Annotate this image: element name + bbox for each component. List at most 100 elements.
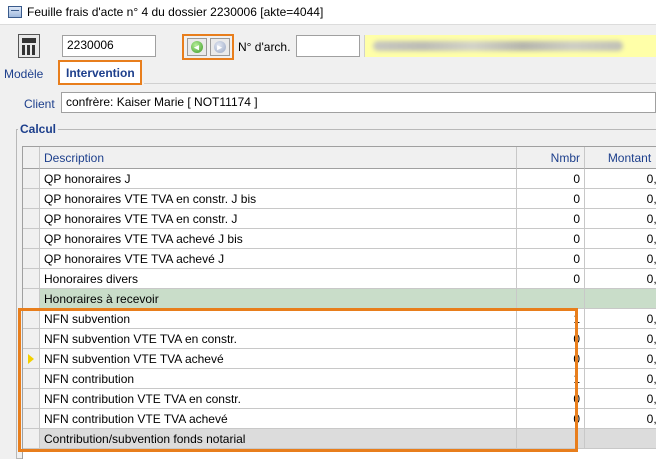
cell-nmbr[interactable]: 0 <box>517 249 585 269</box>
cell-montant[interactable]: 0,00 <box>585 389 656 409</box>
row-indicator[interactable] <box>23 249 40 269</box>
table-row[interactable]: NFN contribution10,00 <box>23 369 656 389</box>
row-indicator[interactable] <box>23 189 40 209</box>
cell-montant[interactable]: 0,00 <box>585 229 656 249</box>
row-indicator[interactable] <box>23 209 40 229</box>
cell-nmbr[interactable]: 0 <box>517 269 585 289</box>
table-row[interactable]: NFN subvention10,00 <box>23 309 656 329</box>
cell-description[interactable]: Honoraires divers <box>40 269 517 289</box>
column-header-description[interactable]: Description <box>40 147 517 169</box>
table-row[interactable]: NFN subvention VTE TVA achevé00,00 <box>23 349 656 369</box>
cell-description[interactable]: Honoraires à recevoir <box>40 289 517 309</box>
cell-montant[interactable]: 0,00 <box>585 169 656 189</box>
cell-nmbr[interactable] <box>517 289 585 309</box>
cell-montant[interactable]: 0,00 <box>585 309 656 329</box>
calculator-icon[interactable] <box>18 34 40 58</box>
column-header-nmbr[interactable]: Nmbr <box>517 147 585 169</box>
cell-nmbr[interactable]: 0 <box>517 189 585 209</box>
current-row-indicator-icon <box>28 354 34 364</box>
cell-montant[interactable]: 0,00 <box>585 209 656 229</box>
table-row[interactable]: QP honoraires VTE TVA achevé J00,00 <box>23 249 656 269</box>
cell-montant[interactable]: 0,00 <box>585 329 656 349</box>
modele-value-tab[interactable]: Intervention <box>58 60 142 85</box>
cell-description[interactable]: NFN contribution VTE TVA achevé <box>40 409 517 429</box>
dossier-info-field <box>364 35 656 57</box>
modele-row: Modèle Intervention <box>0 60 656 86</box>
table-row[interactable]: NFN contribution VTE TVA en constr.00,00 <box>23 389 656 409</box>
dossier-toolbar: 2230006 ◂ ▸ N° d'arch. <box>0 34 656 60</box>
column-header-montant[interactable]: Montant <box>585 147 656 169</box>
cell-description[interactable]: Contribution/subvention fonds notarial <box>40 429 517 449</box>
client-label: Client <box>24 97 55 111</box>
next-button[interactable]: ▸ <box>209 38 230 56</box>
arrow-left-circle-icon: ◂ <box>190 41 203 53</box>
table-row[interactable]: NFN contribution VTE TVA achevé00,00 <box>23 409 656 429</box>
row-indicator[interactable] <box>23 349 40 369</box>
cell-nmbr[interactable]: 0 <box>517 389 585 409</box>
group-row[interactable]: Contribution/subvention fonds notarial <box>23 429 656 449</box>
calcul-legend: Calcul <box>18 122 59 136</box>
arrow-right-circle-icon: ▸ <box>213 41 226 53</box>
group-row[interactable]: Honoraires à recevoir <box>23 289 656 309</box>
table-row[interactable]: QP honoraires VTE TVA en constr. J bis 0 0… <box>23 189 656 209</box>
cell-description[interactable]: QP honoraires VTE TVA achevé J <box>40 249 517 269</box>
header-indicator <box>23 147 40 169</box>
row-indicator[interactable] <box>23 389 40 409</box>
cell-montant[interactable]: 0,00 <box>585 189 656 209</box>
row-indicator[interactable] <box>23 369 40 389</box>
cell-nmbr[interactable]: 0 <box>517 329 585 349</box>
title-bar: Feuille frais d'acte n° 4 du dossier 223… <box>0 0 656 25</box>
navigation-buttons: ◂ ▸ <box>182 34 234 60</box>
cell-description[interactable]: NFN contribution <box>40 369 517 389</box>
cell-montant[interactable]: 0,00 <box>585 249 656 269</box>
row-indicator[interactable] <box>23 309 40 329</box>
cell-montant[interactable] <box>585 429 656 449</box>
table-row[interactable]: QP honoraires VTE TVA achevé J bis00,00 <box>23 229 656 249</box>
row-indicator[interactable] <box>23 269 40 289</box>
cell-montant[interactable]: 0,00 <box>585 269 656 289</box>
cell-nmbr[interactable]: 1 <box>517 369 585 389</box>
cell-description[interactable]: NFN subvention VTE TVA achevé <box>40 349 517 369</box>
redacted-text <box>373 41 623 51</box>
row-indicator[interactable] <box>23 429 40 449</box>
cell-description[interactable]: NFN subvention <box>40 309 517 329</box>
cell-description[interactable]: NFN contribution VTE TVA en constr. <box>40 389 517 409</box>
row-indicator[interactable] <box>23 329 40 349</box>
table-row[interactable]: NFN subvention VTE TVA en constr.00,00 <box>23 329 656 349</box>
archive-number-field[interactable] <box>296 35 360 57</box>
cell-description[interactable]: QP honoraires J <box>40 169 517 189</box>
client-row: Client confrère: Kaiser Marie [ NOT11174… <box>0 92 656 116</box>
cell-nmbr[interactable]: 0 <box>517 229 585 249</box>
cell-montant[interactable]: 0,00 <box>585 409 656 429</box>
window-title: Feuille frais d'acte n° 4 du dossier 223… <box>27 5 324 19</box>
previous-button[interactable]: ◂ <box>186 38 207 56</box>
dossier-number-field[interactable]: 2230006 <box>62 35 156 57</box>
row-indicator[interactable] <box>23 289 40 309</box>
window-icon <box>8 6 22 18</box>
table-row[interactable]: QP honoraires VTE TVA en constr. J00,00 <box>23 209 656 229</box>
cell-montant[interactable]: 0,00 <box>585 349 656 369</box>
cell-nmbr[interactable]: 0 <box>517 349 585 369</box>
modele-label: Modèle <box>4 67 44 81</box>
table-row[interactable]: Honoraires divers00,00 <box>23 269 656 289</box>
cell-nmbr[interactable] <box>517 429 585 449</box>
cell-description[interactable]: QP honoraires VTE TVA achevé J bis <box>40 229 517 249</box>
divider <box>144 83 656 84</box>
cell-nmbr[interactable]: 0 <box>517 409 585 429</box>
table-row[interactable]: QP honoraires J00,00 <box>23 169 656 189</box>
cell-description[interactable]: QP honoraires VTE TVA en constr. J bis <box>40 189 517 209</box>
row-indicator[interactable] <box>23 409 40 429</box>
row-indicator[interactable] <box>23 169 40 189</box>
row-indicator[interactable] <box>23 229 40 249</box>
cell-nmbr[interactable]: 0 <box>517 169 585 189</box>
cell-montant[interactable]: 0,00 <box>585 369 656 389</box>
cell-nmbr[interactable]: 1 <box>517 309 585 329</box>
cell-description[interactable]: QP honoraires VTE TVA en constr. J <box>40 209 517 229</box>
grid-header: Description Nmbr Montant <box>23 147 656 169</box>
archive-number-label: N° d'arch. <box>238 40 291 54</box>
cell-montant[interactable] <box>585 289 656 309</box>
calcul-grid: Description Nmbr Montant QP honoraires J… <box>22 146 656 459</box>
client-field[interactable]: confrère: Kaiser Marie [ NOT11174 ] <box>61 92 656 113</box>
cell-description[interactable]: NFN subvention VTE TVA en constr. <box>40 329 517 349</box>
cell-nmbr[interactable]: 0 <box>517 209 585 229</box>
